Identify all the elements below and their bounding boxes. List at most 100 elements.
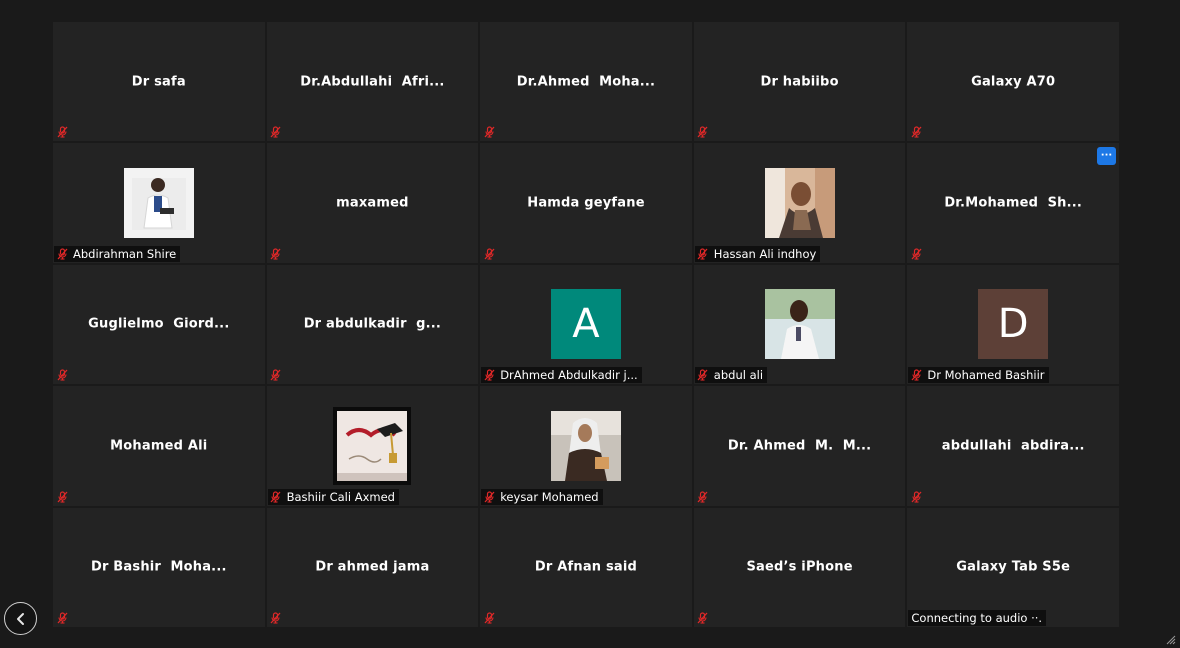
participant-label: abdul ali [713,368,764,383]
mic-muted-indicator [54,124,70,140]
participant-avatar [764,168,835,239]
mic-muted-icon [57,248,67,260]
participant-label: Dr Mohamed Bashiir [927,368,1045,383]
mic-muted-icon [697,126,708,138]
participant-avatar [764,289,835,360]
participant-name: Galaxy Tab S5e [956,559,1071,575]
resize-grip-icon[interactable] [1166,635,1176,645]
participant-tile[interactable]: Bashiir Cali Axmed [266,386,479,506]
mic-muted-indicator [695,610,711,626]
mic-muted-icon [484,369,495,381]
mic-muted-icon [697,612,708,624]
participant-tile[interactable]: Dr.Mohamed Sh... ··· [907,143,1119,263]
mic-muted-indicator [908,246,924,262]
mic-muted-icon [270,612,281,624]
participant-name: Saed’s iPhone [746,559,853,575]
participant-tile[interactable]: Dr.Ahmed Moha... [480,22,692,142]
participant-label: Hassan Ali indhoy [713,246,817,261]
mic-muted-indicator [481,246,497,262]
participant-footer [481,246,501,262]
mic-muted-icon [911,490,922,503]
mic-muted-indicator [695,246,711,262]
participant-tile[interactable]: Dr Afnan said [480,507,692,627]
participant-tile[interactable]: Abdirahman Shire [53,143,265,263]
participant-footer: Bashiir Cali Axmed [267,488,399,505]
audio-connection-status: Connecting to audio ··. [911,611,1043,625]
participant-footer [908,489,928,505]
mic-muted-indicator [481,367,497,383]
participant-footer [268,367,288,383]
participant-tile[interactable]: keysar Mohamed [480,386,692,506]
participant-tile[interactable]: Dr abdulkadir g... [266,264,479,385]
more-options-button[interactable]: ··· [1097,147,1116,166]
mic-muted-icon [484,248,495,260]
participant-tile[interactable]: Dr safa [53,22,265,142]
participant-tile[interactable]: Guglielmo Giord... [53,264,265,385]
participant-footer [54,367,74,383]
participant-footer: Connecting to audio ··. [908,610,1047,626]
participant-name: Dr.Abdullahi Afri... [300,74,445,90]
participant-tile[interactable]: Dr ahmed jama [266,507,479,627]
mic-muted-icon [911,369,922,381]
participant-footer [54,489,74,505]
participant-footer: DrAhmed Abdulkadir j... [481,367,642,384]
previous-page-button[interactable] [4,602,37,635]
mic-muted-icon [57,126,67,138]
participant-name: abdullahi abdira... [941,438,1085,454]
participant-avatar [333,406,412,485]
participant-tile[interactable]: Galaxy A70 [907,22,1119,142]
mic-muted-indicator [481,610,497,626]
participant-footer [695,610,715,626]
participant-tile[interactable]: Dr habiibo [693,22,906,142]
mic-muted-indicator [268,610,284,626]
participant-tile[interactable]: Hassan Ali indhoy [693,143,906,263]
participant-tile[interactable]: Hamda geyfane [480,143,692,263]
participant-footer [481,610,501,626]
participant-name: Dr habiibo [760,74,839,90]
participant-tile[interactable]: Dr. Ahmed M. M... [693,386,906,506]
participant-tile[interactable]: Dr.Abdullahi Afri... [266,22,479,142]
participant-avatar [550,410,621,481]
participant-tile[interactable]: Saed’s iPhone [693,507,906,627]
participant-footer: Hassan Ali indhoy [694,245,821,262]
mic-muted-indicator [695,489,711,505]
mic-muted-indicator [481,489,497,505]
chevron-left-icon [16,612,24,625]
mic-muted-icon [270,126,281,138]
participant-tile[interactable]: abdul ali [693,264,906,385]
participant-name: Dr.Ahmed Moha... [516,74,656,90]
participant-tile[interactable]: abdullahi abdira... [907,386,1119,506]
participant-name: Dr Bashir Moha... [90,559,227,575]
mic-muted-icon [57,612,67,624]
participant-tile[interactable]: Mohamed Ali [53,386,265,506]
participant-tile[interactable]: A DrAhmed Abdulkadir j... [480,264,692,385]
participant-footer [695,124,715,140]
mic-muted-indicator [268,246,284,262]
mic-muted-indicator [695,124,711,140]
mic-muted-icon [697,369,708,381]
mic-muted-icon [697,490,708,503]
participant-initial-avatar: A [550,289,621,360]
participant-avatar [123,168,194,239]
participant-tile[interactable]: maxamed [266,143,479,263]
participant-name: Dr abdulkadir g... [303,316,442,332]
participant-label: Abdirahman Shire [73,246,177,261]
mic-muted-icon [57,369,67,381]
mic-muted-icon [270,248,281,260]
participant-footer [695,489,715,505]
participant-tile[interactable]: Galaxy Tab S5e Connecting to audio ··. [907,507,1119,627]
meeting-gallery-view: Dr safa Dr.Abdullahi Afri... Dr.Ahmed Moha… [0,0,1180,648]
participant-tile[interactable]: Dr Bashir Moha... [53,507,265,627]
participant-footer: keysar Mohamed [481,488,603,505]
participant-footer [481,124,501,140]
participant-tile[interactable]: D Dr Mohamed Bashiir [907,264,1119,385]
participant-footer [268,246,288,262]
participant-name: Galaxy A70 [971,74,1056,90]
mic-muted-icon [484,612,495,624]
participant-name: maxamed [336,195,409,211]
participant-name: Dr ahmed jama [315,559,430,575]
participant-label: Bashiir Cali Axmed [286,489,395,504]
participant-footer [54,124,74,140]
mic-muted-icon [484,490,495,503]
participant-name: Dr safa [131,74,186,90]
